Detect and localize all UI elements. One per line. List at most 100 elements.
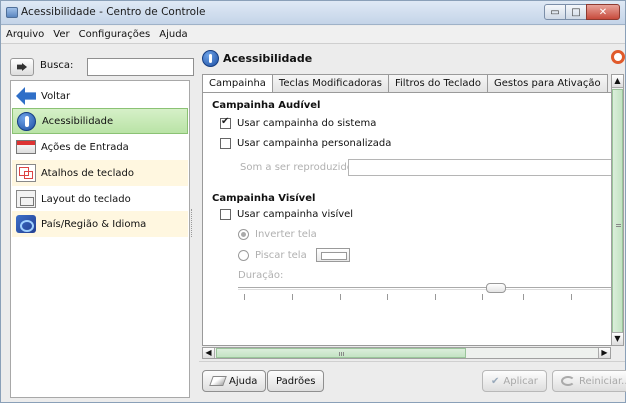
use-system-bell-checkbox[interactable]: Usar campainha do sistema <box>220 116 377 129</box>
checkbox-box[interactable] <box>220 116 231 129</box>
clear-search-button[interactable] <box>10 58 34 76</box>
slider-tick <box>482 294 483 300</box>
slider-tick <box>435 294 436 300</box>
sidebar-item-label: Ações de Entrada <box>41 141 129 153</box>
checkbox-box[interactable] <box>220 138 231 149</box>
apply-button-label: Aplicar <box>503 375 538 387</box>
tab-bar: Campainha Teclas Modificadoras Filtros d… <box>202 74 608 94</box>
radio-circle[interactable] <box>238 250 249 261</box>
checkbox-box[interactable] <box>220 209 231 220</box>
duration-label: Duração: <box>238 270 284 281</box>
window-title: Acessibilidade - Centro de Controle <box>21 6 206 18</box>
sidebar-item-label: Layout do teclado <box>41 193 131 205</box>
flag-icon <box>16 215 36 233</box>
grip-icon <box>616 224 621 225</box>
help-lifebuoy-icon[interactable] <box>611 50 625 64</box>
reset-button-label: Reiniciar... <box>579 375 626 387</box>
tab-gestos-para-ativacao[interactable]: Gestos para Ativação <box>486 74 608 93</box>
sidebar-item-label: Acessibilidade <box>42 115 114 127</box>
horizontal-scroll-thumb[interactable] <box>216 348 466 358</box>
close-button[interactable]: ✕ <box>586 4 620 20</box>
slider-tick <box>244 294 245 300</box>
use-custom-bell-checkbox[interactable]: Usar campainha personalizada <box>220 138 391 149</box>
search-row: Busca: <box>10 56 198 78</box>
radio-label: Piscar tela <box>255 250 307 261</box>
sidebar-item-label: Atalhos de teclado <box>41 167 134 179</box>
scroll-down-icon[interactable]: ▼ <box>612 332 623 345</box>
minimize-button[interactable]: ▭ <box>544 4 566 20</box>
accessibility-icon <box>202 50 219 67</box>
sound-file-input[interactable] <box>348 159 612 176</box>
defaults-button[interactable]: Padrões <box>267 370 325 392</box>
keyboard-layout-icon <box>16 190 36 208</box>
slider-tick <box>292 294 293 300</box>
checkmark-icon: ✔ <box>491 375 500 387</box>
scroll-left-icon[interactable]: ◀ <box>203 348 215 358</box>
close-icon: ✕ <box>598 6 608 18</box>
bell-tab-panel: Campainha Audível Usar campainha do sist… <box>202 92 613 346</box>
back-arrow-icon <box>16 87 36 105</box>
control-center-window: Acessibilidade - Centro de Controle ▭ □ … <box>0 0 626 403</box>
use-visible-bell-checkbox[interactable]: Usar campainha visível <box>220 209 353 220</box>
flash-screen-radio[interactable]: Piscar tela <box>238 250 307 261</box>
shortcut-icon <box>16 164 36 182</box>
minimize-icon: ▭ <box>550 6 560 18</box>
vertical-scrollbar[interactable]: ▲ ▼ <box>611 74 624 346</box>
tab-campainha[interactable]: Campainha <box>202 74 273 94</box>
scroll-right-icon[interactable]: ▶ <box>598 348 610 358</box>
defaults-button-label: Padrões <box>276 375 316 387</box>
grip-icon <box>339 352 340 356</box>
invert-screen-radio[interactable]: Inverter tela <box>238 229 317 240</box>
divider <box>199 361 625 362</box>
sidebar-item-label: País/Região & Idioma <box>41 218 147 230</box>
radio-label: Inverter tela <box>255 229 317 240</box>
slider-tick <box>523 294 524 300</box>
sidebar-item-acoes-de-entrada[interactable]: Ações de Entrada <box>12 134 188 160</box>
checkbox-label: Usar campainha do sistema <box>237 118 377 129</box>
tab-teclas-modificadoras[interactable]: Teclas Modificadoras <box>271 74 389 93</box>
tab-filtros-do-teclado[interactable]: Filtros do Teclado <box>388 74 488 93</box>
slider-tick <box>571 294 572 300</box>
reset-icon <box>561 376 575 386</box>
app-icon <box>6 7 18 18</box>
menu-arquivo[interactable]: Arquivo <box>1 26 48 43</box>
duration-slider-track[interactable] <box>238 287 612 290</box>
help-button[interactable]: Ajuda <box>202 370 267 392</box>
sidebar-item-label: Voltar <box>41 90 71 102</box>
title-bar[interactable]: Acessibilidade - Centro de Controle ▭ □ … <box>1 1 625 25</box>
sidebar-item-acessibilidade[interactable]: Acessibilidade <box>12 108 188 134</box>
vertical-scroll-thumb[interactable] <box>612 89 623 333</box>
sidebar-item-atalhos-de-teclado[interactable]: Atalhos de teclado <box>12 160 188 186</box>
sidebar-item-voltar[interactable]: Voltar <box>12 83 188 109</box>
accessibility-icon <box>17 112 36 131</box>
slider-tick <box>340 294 341 300</box>
maximize-button[interactable]: □ <box>565 4 587 20</box>
audible-bell-heading: Campainha Audível <box>212 100 321 111</box>
horizontal-scrollbar[interactable]: ◀ ▶ <box>202 347 611 359</box>
maximize-icon: □ <box>571 6 581 18</box>
reset-button[interactable]: Reiniciar... <box>552 370 626 392</box>
flash-color-button[interactable] <box>316 248 350 262</box>
window-controls: ▭ □ ✕ <box>544 4 620 20</box>
duration-slider-handle[interactable] <box>486 283 506 293</box>
keyboard-icon <box>16 140 36 154</box>
checkbox-label: Usar campainha personalizada <box>237 138 392 149</box>
panel-splitter-handle[interactable] <box>191 209 193 237</box>
menu-configuracoes[interactable]: Configurações <box>74 26 155 43</box>
slider-tick <box>387 294 388 300</box>
apply-button[interactable]: ✔ Aplicar <box>482 370 547 392</box>
search-label: Busca: <box>40 60 74 71</box>
checkbox-label: Usar campainha visível <box>237 209 354 220</box>
help-button-label: Ajuda <box>229 375 258 387</box>
help-book-icon <box>209 376 227 386</box>
menu-ver[interactable]: Ver <box>48 26 73 43</box>
menu-ajuda[interactable]: Ajuda <box>154 26 191 43</box>
page-title: Acessibilidade <box>223 52 313 65</box>
search-input[interactable] <box>87 58 194 76</box>
radio-circle[interactable] <box>238 229 249 240</box>
sound-label: Som a ser reproduzido: <box>240 162 357 173</box>
sidebar-item-pais-regiao-idioma[interactable]: País/Região & Idioma <box>12 211 188 237</box>
sidebar-item-layout-do-teclado[interactable]: Layout do teclado <box>12 186 188 212</box>
scroll-up-icon[interactable]: ▲ <box>612 75 623 88</box>
visible-bell-heading: Campainha Visível <box>212 193 316 204</box>
